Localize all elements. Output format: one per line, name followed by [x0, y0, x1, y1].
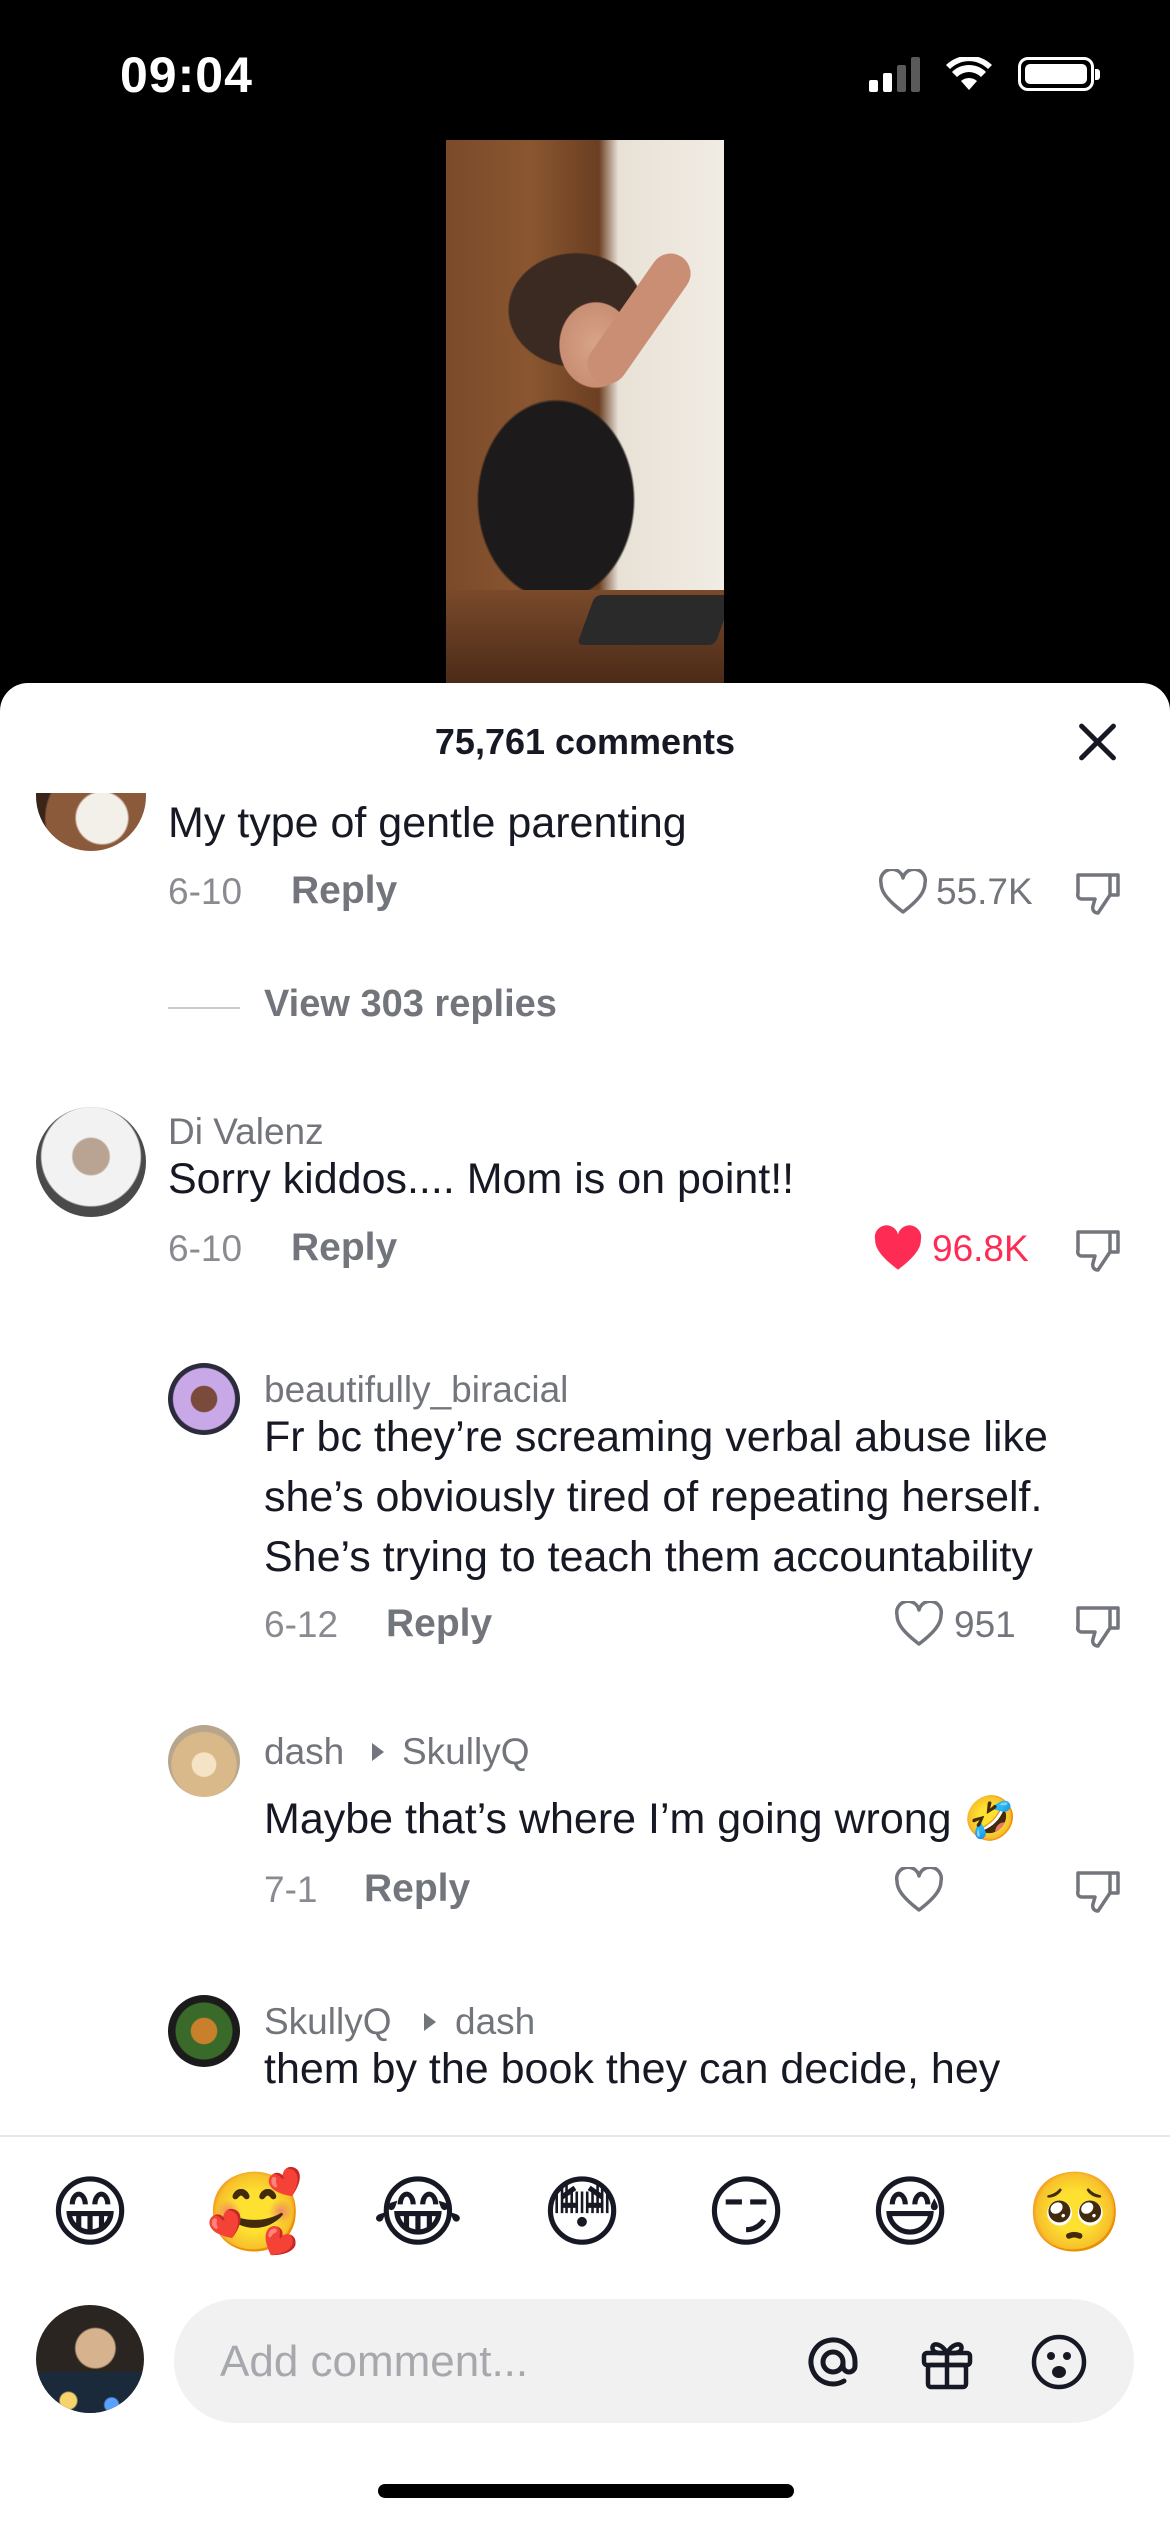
emoji-sweat-smile[interactable]: 😅	[862, 2165, 958, 2261]
reply-to-username[interactable]: SkullyQ	[402, 1731, 529, 1773]
avatar[interactable]	[36, 1107, 146, 1217]
heart-filled-icon[interactable]	[872, 1225, 924, 1273]
status-icons	[869, 56, 1100, 92]
reply-date: 6-12	[264, 1604, 339, 1645]
dislike-icon[interactable]	[1074, 1604, 1122, 1650]
reply-text: them by the book they can decide, hey	[264, 2045, 1001, 2093]
wifi-icon	[946, 57, 992, 90]
avatar[interactable]	[168, 1995, 240, 2067]
comments-count-title: 75,761 comments	[434, 721, 736, 762]
dislike-icon[interactable]	[1074, 1869, 1122, 1915]
emoji-tears-of-joy[interactable]: 😂	[370, 2165, 466, 2261]
status-bar: 09:04	[0, 0, 1170, 150]
heart-outline-icon[interactable]	[894, 1867, 944, 1913]
heart-outline-icon[interactable]	[878, 869, 928, 915]
reply-date: 7-1	[264, 1869, 318, 1910]
like-count: 96.8K	[932, 1228, 1029, 1269]
emoji-grinning[interactable]: 😁	[42, 2165, 138, 2261]
emoji-smirk[interactable]: 😏	[698, 2165, 794, 2261]
gift-icon[interactable]	[918, 2333, 976, 2391]
heart-outline-icon[interactable]	[894, 1601, 944, 1647]
status-time: 09:04	[120, 47, 253, 103]
reply-arrow-icon	[424, 2013, 436, 2031]
emoji-smiling-hearts[interactable]: 🥰	[206, 2165, 303, 2261]
reply-button[interactable]: Reply	[386, 1602, 492, 1646]
like-count: 951	[954, 1604, 1016, 1645]
reply-username[interactable]: beautifully_biracial	[264, 1369, 568, 1411]
reply-button[interactable]: Reply	[291, 869, 397, 913]
comment-input[interactable]	[218, 2299, 782, 2425]
view-replies-divider	[168, 1007, 240, 1009]
comments-header: 75,761 comments	[0, 683, 1170, 793]
comment-text: My type of gentle parenting	[168, 799, 687, 847]
view-replies-button[interactable]: View 303 replies	[264, 983, 557, 1026]
comment-text: Sorry kiddos.... Mom is on point!!	[168, 1155, 795, 1203]
at-mention-icon[interactable]	[804, 2333, 862, 2391]
current-user-avatar[interactable]	[36, 2305, 144, 2413]
like-count: 55.7K	[936, 871, 1033, 912]
reply-username[interactable]: dash	[264, 1731, 344, 1773]
comment-composer: 😁 🥰 😂 😳 😏 😅 🥺	[0, 2135, 1170, 2532]
quick-emoji-row: 😁 🥰 😂 😳 😏 😅 🥺	[0, 2165, 1170, 2265]
reply-button[interactable]: Reply	[291, 1226, 397, 1270]
reply-button[interactable]: Reply	[364, 1867, 470, 1911]
reply-arrow-icon	[372, 1743, 384, 1761]
reply-text-line: She’s trying to teach them accountabilit…	[264, 1533, 1033, 1581]
home-indicator[interactable]	[378, 2484, 794, 2498]
reply-text: Maybe that’s where I’m going wrong 🤣	[264, 1795, 1018, 1843]
avatar[interactable]	[36, 793, 146, 851]
reply-to-username[interactable]: dash	[455, 2001, 535, 2043]
reply-username[interactable]: SkullyQ	[264, 2001, 391, 2043]
emoji-pleading[interactable]: 🥺	[1026, 2165, 1123, 2261]
comment-input-container[interactable]	[174, 2299, 1134, 2425]
dislike-icon[interactable]	[1074, 1228, 1122, 1274]
comment-date: 6-10	[168, 871, 243, 912]
avatar[interactable]	[168, 1363, 240, 1435]
comments-sheet: 75,761 comments My type of gentle parent…	[0, 683, 1170, 2532]
emoji-icon[interactable]	[1030, 2333, 1088, 2391]
reply-text-line: she’s obviously tired of repeating herse…	[264, 1473, 1043, 1521]
battery-icon	[1018, 57, 1100, 91]
comment-username[interactable]: Di Valenz	[168, 1111, 324, 1153]
dislike-icon[interactable]	[1074, 871, 1122, 917]
cellular-signal-icon	[869, 56, 920, 92]
comment-date: 6-10	[168, 1228, 243, 1269]
avatar[interactable]	[168, 1725, 240, 1797]
video-thumbnail[interactable]	[446, 140, 724, 685]
reply-text-line: Fr bc they’re screaming verbal abuse lik…	[264, 1413, 1048, 1461]
close-icon[interactable]	[1074, 719, 1120, 765]
comments-list[interactable]: My type of gentle parenting 6-10 Reply 5…	[0, 793, 1170, 2135]
emoji-flushed[interactable]: 😳	[534, 2165, 630, 2261]
